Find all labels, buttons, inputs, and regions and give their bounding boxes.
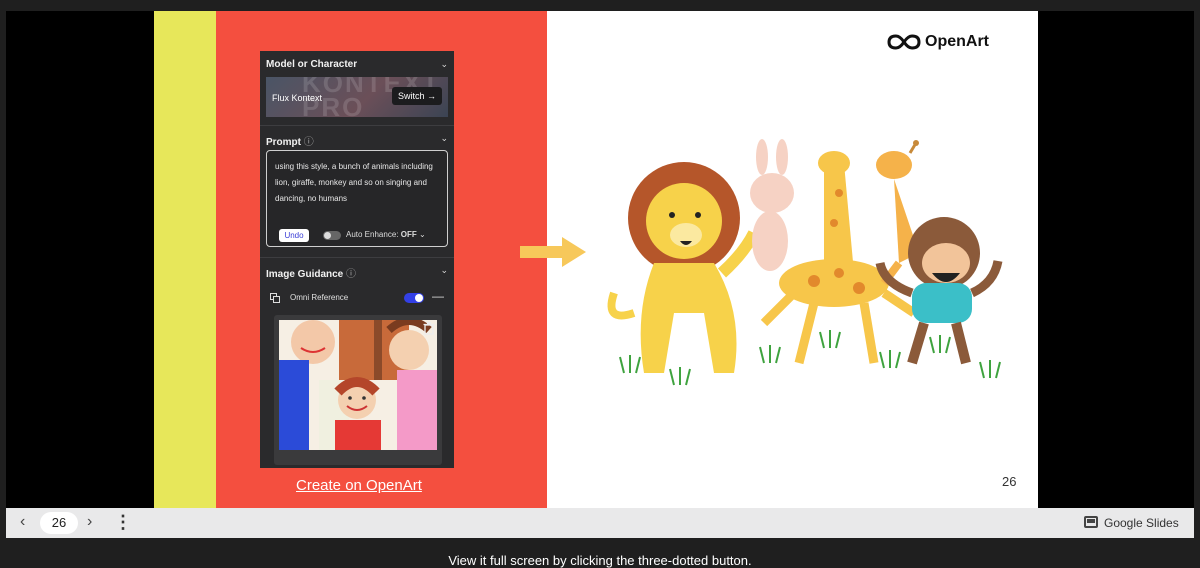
omni-reference-toggle[interactable] bbox=[404, 293, 424, 303]
google-slides-icon[interactable] bbox=[1084, 516, 1098, 528]
chevron-down-icon[interactable]: ⌄ bbox=[440, 133, 448, 144]
prompt-section-title: Prompt ⓘ bbox=[266, 133, 314, 148]
caption: View it full screen by clicking the thre… bbox=[448, 553, 752, 568]
auto-enhance[interactable]: Auto Enhance: OFF ⌄ bbox=[346, 230, 426, 239]
undo-button[interactable]: Undo bbox=[279, 229, 309, 242]
omni-reference-row: Omni Reference — bbox=[270, 289, 446, 307]
remove-icon[interactable]: — bbox=[432, 289, 444, 303]
model-banner: KONTEXT PRO Flux Kontext Switch → bbox=[266, 77, 448, 117]
auto-enhance-toggle[interactable] bbox=[323, 231, 341, 240]
guidance-section-label: Image Guidance bbox=[266, 269, 344, 280]
model-section-title: Model or Character bbox=[266, 59, 358, 70]
arrow-right-icon: → bbox=[427, 91, 436, 101]
more-options-icon[interactable]: ⋮ bbox=[114, 511, 132, 533]
arrow-right-icon bbox=[520, 237, 586, 267]
yellow-band bbox=[154, 11, 216, 508]
page-number-input[interactable]: 26 bbox=[40, 512, 78, 534]
trash-icon[interactable] bbox=[422, 321, 436, 335]
infinity-icon bbox=[887, 34, 921, 50]
slides-toolbar: ‹ 26 › ⋮ Google Slides bbox=[6, 508, 1194, 538]
google-slides-link[interactable]: Google Slides bbox=[1104, 516, 1179, 530]
omni-reference-label: Omni Reference bbox=[290, 293, 349, 302]
create-on-openart-link[interactable]: Create on OpenArt bbox=[296, 477, 422, 494]
auto-enhance-value: OFF bbox=[400, 230, 417, 239]
logo-text: OpenArt bbox=[925, 33, 989, 50]
prompt-text: using this style, a bunch of animals inc… bbox=[275, 162, 433, 203]
chevron-left-icon[interactable]: ‹ bbox=[20, 513, 25, 531]
slide-number: 26 bbox=[1002, 474, 1017, 489]
chevron-down-icon: ⌄ bbox=[418, 230, 426, 239]
animals-illustration bbox=[607, 139, 1003, 386]
info-icon: ⓘ bbox=[346, 269, 357, 280]
divider bbox=[260, 125, 454, 126]
chevron-down-icon[interactable]: ⌄ bbox=[440, 59, 448, 70]
chevron-down-icon[interactable]: ⌄ bbox=[440, 265, 448, 276]
divider bbox=[260, 257, 454, 258]
switch-button[interactable]: Switch → bbox=[391, 87, 442, 105]
auto-enhance-label: Auto Enhance: bbox=[346, 230, 399, 239]
chevron-right-icon[interactable]: › bbox=[87, 513, 92, 531]
reference-image-frame bbox=[274, 315, 442, 465]
prompt-textarea[interactable]: using this style, a bunch of animals inc… bbox=[266, 150, 448, 247]
openart-logo: OpenArt bbox=[887, 31, 1007, 53]
model-name: Flux Kontext bbox=[272, 93, 323, 103]
info-icon: ⓘ bbox=[303, 137, 314, 148]
openart-settings-panel: Model or Character ⌄ KONTEXT PRO Flux Ko… bbox=[260, 51, 454, 468]
layers-icon bbox=[270, 293, 280, 303]
guidance-section-title: Image Guidance ⓘ bbox=[266, 265, 356, 280]
switch-label: Switch bbox=[397, 91, 425, 101]
prompt-section-label: Prompt bbox=[266, 137, 301, 148]
slide: Model or Character ⌄ KONTEXT PRO Flux Ko… bbox=[154, 11, 1038, 508]
reference-image bbox=[279, 320, 437, 450]
